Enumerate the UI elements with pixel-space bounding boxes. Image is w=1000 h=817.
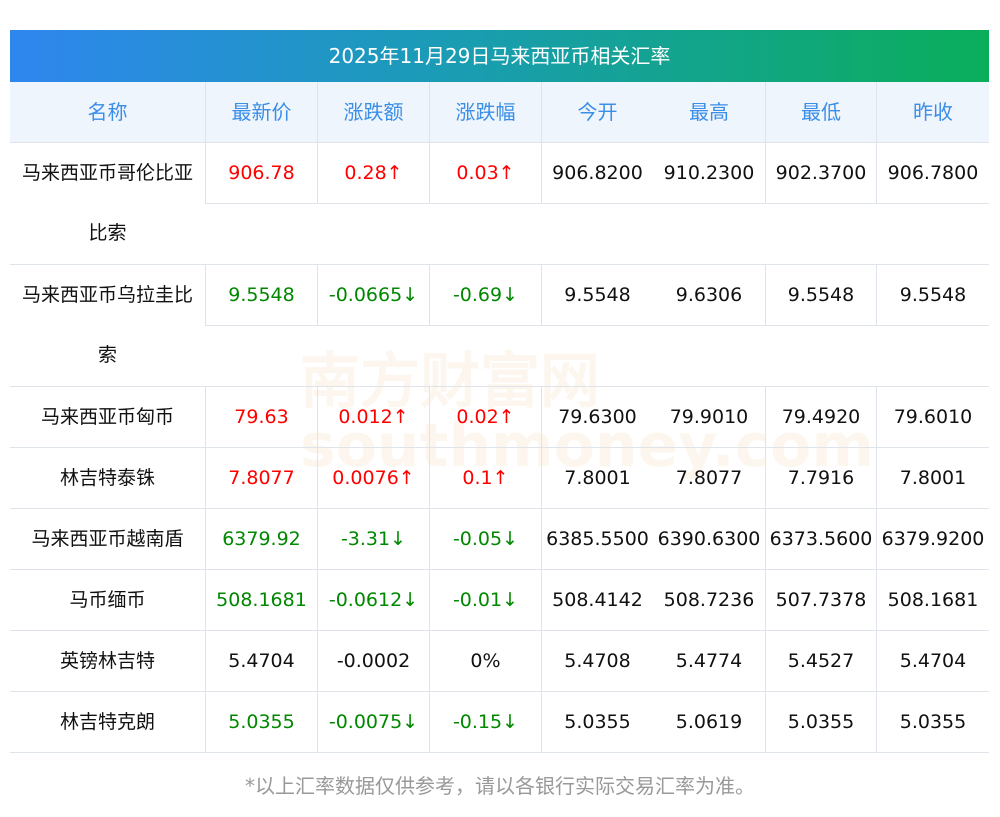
header-name: 名称 xyxy=(87,100,128,124)
table-title: 2025年11月29日马来西亚币相关汇率 xyxy=(10,30,989,82)
header-low: 最低 xyxy=(765,82,876,142)
cell-prev: 906.7800 xyxy=(876,143,989,204)
currency-pair-name: 马来西亚币匈币 xyxy=(40,406,174,428)
cell-price: 6379.92 xyxy=(205,509,317,569)
currency-pair-name: 马来西亚币哥伦比亚比索 xyxy=(21,162,193,244)
cell-low: 902.3700 xyxy=(765,143,876,204)
cell-open: 9.5548 xyxy=(541,265,653,326)
header-change: 涨跌额 xyxy=(317,82,429,142)
table-header: 名称 最新价 涨跌额 涨跌幅 今开 最高 最低 昨收 xyxy=(10,82,989,143)
cell-high: 79.9010 xyxy=(669,406,749,428)
cell-price: 906.78 xyxy=(205,143,317,204)
cell-open: 906.8200 xyxy=(541,143,653,204)
cell-open: 508.4142 xyxy=(541,570,653,630)
table-row: 林吉特克朗 5.0355 -0.0075↓ -0.15↓ 5.0355 5.0619 5.0… xyxy=(10,692,989,753)
currency-pair-name: 英镑林吉特 xyxy=(59,650,155,672)
table-row: 林吉特泰铢 7.8077 0.0076↑ 0.1↑ 7.8001 7.8077 7.7916… xyxy=(10,448,989,509)
cell-pct: 0.1↑ xyxy=(429,448,541,508)
cell-prev: 9.5548 xyxy=(876,265,989,326)
table-row: 马来西亚币匈币 79.63 0.012↑ 0.02↑ 79.6300 79.9010 79.… xyxy=(10,387,989,448)
cell-change: -0.0665↓ xyxy=(317,265,429,326)
cell-low: 6373.5600 xyxy=(765,509,876,569)
cell-price: 5.0355 xyxy=(205,692,317,752)
disclaimer: *以上汇率数据仅供参考，请以各银行实际交易汇率为准。 xyxy=(245,774,755,798)
cell-prev: 7.8001 xyxy=(876,448,989,508)
cell-low: 9.5548 xyxy=(765,265,876,326)
cell-pct: -0.01↓ xyxy=(429,570,541,630)
table-row: 马来西亚币越南盾 6379.92 -3.31↓ -0.05↓ 6385.5500 6390… xyxy=(10,509,989,570)
cell-pct: 0.02↑ xyxy=(429,387,541,447)
cell-change: -3.31↓ xyxy=(317,509,429,569)
cell-low: 7.7916 xyxy=(765,448,876,508)
cell-pct: -0.69↓ xyxy=(429,265,541,326)
cell-pct: 0% xyxy=(429,631,541,691)
cell-open: 7.8001 xyxy=(541,448,653,508)
cell-open: 5.0355 xyxy=(541,692,653,752)
cell-change: 0.012↑ xyxy=(317,387,429,447)
header-high: 最高 xyxy=(689,100,729,124)
cell-high: 7.8077 xyxy=(675,467,743,489)
cell-open: 79.6300 xyxy=(541,387,653,447)
cell-price: 5.4704 xyxy=(205,631,317,691)
cell-pct: 0.03↑ xyxy=(429,143,541,204)
cell-open: 6385.5500 xyxy=(541,509,653,569)
cell-price: 7.8077 xyxy=(205,448,317,508)
currency-pair-name: 林吉特泰铢 xyxy=(59,467,155,489)
cell-high: 6390.6300 xyxy=(657,528,761,550)
cell-low: 79.4920 xyxy=(765,387,876,447)
cell-change: -0.0002 xyxy=(317,631,429,691)
table-row: 马币缅币 508.1681 -0.0612↓ -0.01↓ 508.4142 508.72… xyxy=(10,570,989,631)
header-price: 最新价 xyxy=(205,82,317,142)
cell-prev: 508.1681 xyxy=(876,570,989,630)
cell-price: 79.63 xyxy=(205,387,317,447)
cell-prev: 79.6010 xyxy=(876,387,989,447)
table-row: 马来西亚币乌拉圭比索 9.5548 -0.0665↓ -0.69↓ 9.5548 9.63… xyxy=(10,265,989,387)
cell-price: 9.5548 xyxy=(205,265,317,326)
cell-low: 507.7378 xyxy=(765,570,876,630)
cell-change: -0.0075↓ xyxy=(317,692,429,752)
cell-prev: 5.0355 xyxy=(876,692,989,752)
currency-pair-name: 林吉特克朗 xyxy=(59,711,155,733)
cell-low: 5.4527 xyxy=(765,631,876,691)
header-prev: 昨收 xyxy=(876,82,989,142)
cell-pct: -0.15↓ xyxy=(429,692,541,752)
cell-high: 508.7236 xyxy=(663,589,755,611)
cell-prev: 6379.9200 xyxy=(876,509,989,569)
cell-high: 910.2300 xyxy=(653,143,765,204)
table-row: 英镑林吉特 5.4704 -0.0002 0% 5.4708 5.4774 5.4527 5.… xyxy=(10,631,989,692)
cell-prev: 5.4704 xyxy=(876,631,989,691)
cell-change: -0.0612↓ xyxy=(317,570,429,630)
cell-high: 9.6306 xyxy=(653,265,765,326)
currency-pair-name: 马来西亚币越南盾 xyxy=(31,528,184,550)
currency-pair-name: 马币缅币 xyxy=(69,589,146,611)
cell-high: 5.4774 xyxy=(675,650,743,672)
cell-high: 5.0619 xyxy=(675,711,743,733)
cell-low: 5.0355 xyxy=(765,692,876,752)
header-pct: 涨跌幅 xyxy=(429,82,541,142)
cell-open: 5.4708 xyxy=(541,631,653,691)
cell-price: 508.1681 xyxy=(205,570,317,630)
currency-pair-name: 马来西亚币乌拉圭比索 xyxy=(21,284,193,366)
exchange-rate-table: 名称 最新价 涨跌额 涨跌幅 今开 最高 最低 昨收 马来西亚币哥伦比亚比索 90… xyxy=(10,82,989,753)
header-open: 今开 xyxy=(541,82,653,142)
cell-change: 0.28↑ xyxy=(317,143,429,204)
cell-change: 0.0076↑ xyxy=(317,448,429,508)
cell-pct: -0.05↓ xyxy=(429,509,541,569)
table-row: 马来西亚币哥伦比亚比索 906.78 0.28↑ 0.03↑ 906.8200 910.2… xyxy=(10,143,989,265)
